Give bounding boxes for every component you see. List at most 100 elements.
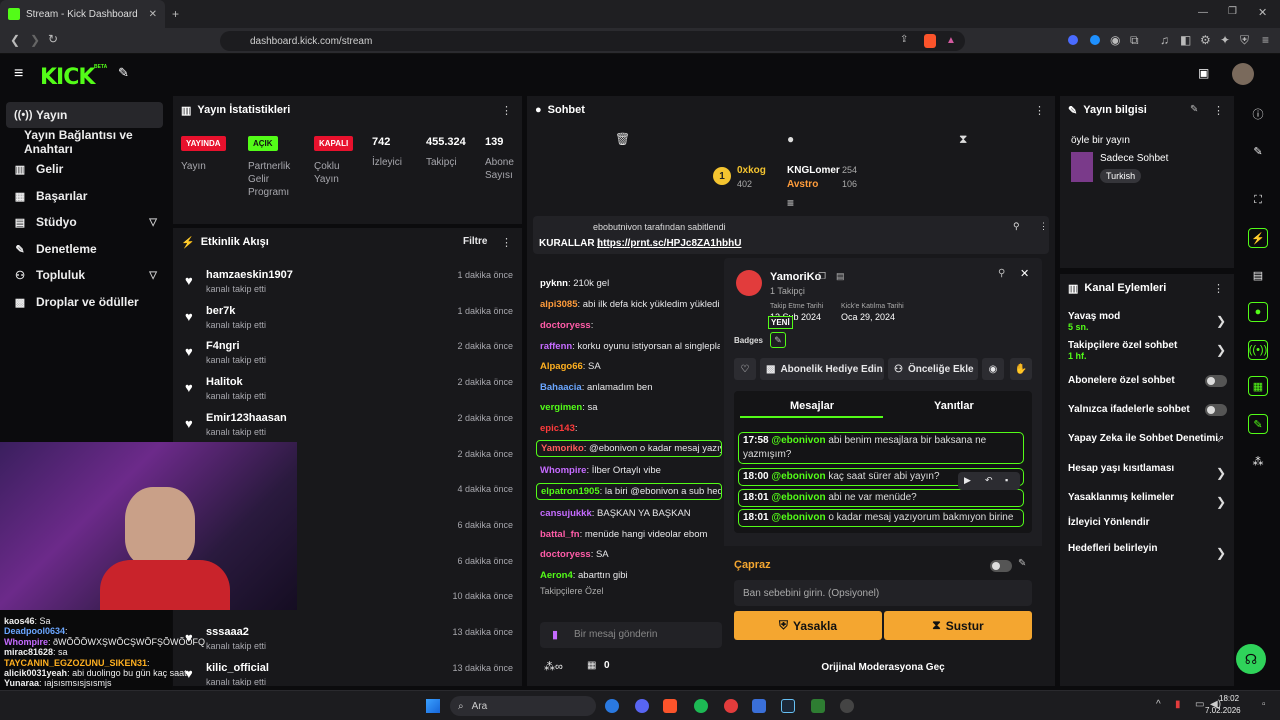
network-icon[interactable]: ▭: [1195, 699, 1204, 710]
sidebar-item-studyo[interactable]: ▤ Stüdyo ▽: [6, 209, 163, 235]
chat-message[interactable]: vergimen: sa: [540, 402, 720, 413]
restore-icon[interactable]: ❐: [1228, 6, 1237, 17]
chat-bubble-icon[interactable]: ●: [787, 132, 794, 146]
excel-icon[interactable]: [811, 699, 825, 713]
ban-button[interactable]: ⛨ Yasakla: [734, 611, 882, 640]
eye-button[interactable]: ◉: [982, 358, 1004, 380]
chat-username[interactable]: Bahaacia: [540, 382, 582, 393]
chat-username[interactable]: epic143: [540, 423, 575, 434]
undo-icon[interactable]: ↶: [985, 475, 993, 486]
chat-username[interactable]: doctoryess: [540, 549, 591, 560]
vpn-icon[interactable]: ⛨: [1240, 33, 1249, 48]
chat-message[interactable]: alpi3085: abi ilk defa kick yükledim yük…: [540, 299, 720, 310]
chat-username[interactable]: Yamoriko: [541, 443, 584, 454]
kick-logo[interactable]: KICK: [40, 65, 95, 90]
mic-icon[interactable]: ▮: [1175, 699, 1181, 710]
screenshot-icon[interactable]: ⧉: [1130, 33, 1139, 48]
setting-toggle[interactable]: [1205, 375, 1227, 387]
copy-icon[interactable]: ❐: [818, 271, 826, 282]
card-icon[interactable]: ▤: [836, 271, 845, 282]
user-message[interactable]: 18:01 @ebonivon abi ne var menüde?: [738, 489, 1024, 507]
extension-icon[interactable]: [1068, 35, 1078, 45]
original-mod-link[interactable]: Orijinal Moderasyona Geç: [724, 656, 1042, 678]
ai-icon[interactable]: ✦: [1220, 33, 1230, 47]
browser-tab[interactable]: Stream - Kick Dashboard ✕: [0, 0, 165, 28]
pin-icon[interactable]: ⚲: [1013, 221, 1020, 232]
trash-icon[interactable]: 🗑: [615, 132, 630, 146]
activity-item[interactable]: ♥ Emir123haasan kanalı takip etti 2 dakika …: [173, 408, 522, 443]
rewards-icon[interactable]: ▲: [946, 35, 956, 46]
tab-replies[interactable]: Yanıtlar: [934, 400, 974, 412]
channel-action-item[interactable]: İzleyici Yönlendir: [1068, 517, 1228, 528]
chevron-right-icon[interactable]: ❯: [1216, 495, 1226, 509]
chat-username[interactable]: battal_fn: [540, 529, 580, 540]
share-icon[interactable]: ⇪: [900, 34, 908, 45]
activity-item[interactable]: ♥ hamzaeskin1907 kanalı takip etti 1 dakika…: [173, 265, 522, 300]
chat-message[interactable]: Yamoriko: @ebonivon o kadar mesaj yazıyo…: [536, 440, 722, 457]
chat-message[interactable]: pyknn: 210k gel: [540, 278, 720, 289]
layout-icon[interactable]: ▦: [1248, 376, 1268, 396]
chevron-up-icon[interactable]: ^: [1156, 699, 1161, 710]
channel-action-item[interactable]: Takipçilere özel sohbet 1 hf.: [1068, 340, 1228, 361]
chevron-right-icon[interactable]: ❯: [1216, 466, 1226, 480]
app-icon[interactable]: [724, 699, 738, 713]
sidebar-item-basarilar[interactable]: ▦ Başarılar: [6, 183, 163, 209]
chat-message[interactable]: Aeron4: abarttın gibi: [540, 570, 720, 581]
cross-toggle[interactable]: [990, 560, 1012, 572]
menu-icon[interactable]: ≡: [1262, 33, 1269, 47]
broadcast-icon[interactable]: ((•)): [1248, 340, 1268, 360]
close-icon[interactable]: ✕: [149, 9, 157, 20]
sidebar-item-yayin[interactable]: ((•)) Yayın: [6, 102, 163, 128]
brave-shield-icon[interactable]: [924, 34, 936, 48]
chat-message[interactable]: cansujukkk: BAŞKAN YA BAŞKAN: [540, 508, 720, 519]
more-icon[interactable]: ⋮: [1213, 104, 1224, 117]
info-icon[interactable]: ⓘ: [1248, 104, 1268, 124]
reload-icon[interactable]: ↻: [48, 32, 58, 46]
filter-button[interactable]: Filtre: [463, 236, 487, 247]
mic-icon[interactable]: ▮: [552, 628, 558, 641]
setting-toggle[interactable]: [1205, 404, 1227, 416]
wrench-icon[interactable]: ✎: [1248, 414, 1268, 434]
chat-message[interactable]: battal_fn: menüde hangi videolar ebom: [540, 529, 720, 540]
discord-icon[interactable]: [635, 699, 649, 713]
sidebar-item-topluluk[interactable]: ⚇ Topluluk ▽: [6, 262, 163, 288]
chevron-down-icon[interactable]: ≡: [787, 196, 794, 210]
user-message[interactable]: 18:01 @ebonivon o kadar mesaj yazıyorum …: [738, 509, 1024, 527]
tab-messages[interactable]: Mesajlar: [790, 400, 834, 412]
activity-item[interactable]: ♥ sssaaa2 kanalı takip etti 13 dakika önce: [173, 622, 522, 657]
activity-item[interactable]: ♥ ber7k kanalı takip etti 1 dakika önce: [173, 301, 522, 336]
sidebar-item-droplar[interactable]: ▩ Droplar ve ödüller: [6, 289, 163, 315]
app-icon[interactable]: [752, 699, 766, 713]
delete-icon[interactable]: ▪: [1005, 475, 1008, 485]
support-headset-icon[interactable]: ☊: [1236, 644, 1266, 674]
obs-icon[interactable]: [840, 699, 854, 713]
more-icon[interactable]: ⋮: [1039, 221, 1048, 232]
gift-sub-button[interactable]: ▩ Abonelik Hediye Edin: [760, 358, 884, 380]
sidebar-item-stream-key[interactable]: Yayın Bağlantısı ve Anahtarı: [6, 128, 163, 156]
activity-item[interactable]: ♥ kilic_official kanalı takip etti 13 dakik…: [173, 658, 522, 686]
chat-message[interactable]: elpatron1905: la biri @ebonivon a sub he…: [536, 483, 722, 500]
minimize-icon[interactable]: —: [1198, 7, 1208, 18]
chat-username[interactable]: raffenn: [540, 341, 572, 352]
activity-item[interactable]: ♥ F4ngri kanalı takip etti 2 dakika önce: [173, 336, 522, 371]
new-tab-icon[interactable]: +: [172, 7, 179, 21]
music-icon[interactable]: ♫: [1160, 33, 1169, 47]
chat-message[interactable]: Whompire: İlber Ortaylı vibe: [540, 465, 720, 476]
gifter-name[interactable]: KNGLomer: [787, 165, 840, 176]
gifter-name[interactable]: Avstro: [787, 179, 818, 190]
chat-username[interactable]: vergimen: [540, 402, 582, 413]
channel-action-item[interactable]: Hesap yaşı kısıtlaması: [1068, 463, 1228, 474]
crop-icon[interactable]: ⛶: [1248, 190, 1268, 210]
channel-action-item[interactable]: Yasaklanmış kelimeler: [1068, 492, 1228, 503]
hamburger-menu-icon[interactable]: ≡: [14, 65, 23, 83]
action-button[interactable]: ✋: [1010, 358, 1032, 380]
channel-action-item[interactable]: Yavaş mod 5 sn.: [1068, 311, 1228, 332]
pinned-link[interactable]: https://prnt.sc/HPJc8ZA1hbhU: [597, 238, 741, 249]
priority-button[interactable]: ⚇ Önceliğe Ekle: [888, 358, 978, 380]
chat-username[interactable]: cansujukkk: [540, 508, 592, 519]
sidebar-item-denetleme[interactable]: ✎ Denetleme: [6, 236, 163, 262]
address-bar[interactable]: dashboard.kick.com/stream: [220, 31, 965, 51]
back-icon[interactable]: ❮: [10, 33, 20, 47]
hourglass-icon[interactable]: ⧗: [959, 132, 967, 147]
channel-action-item[interactable]: Yapay Zeka ile Sohbet Denetimi: [1068, 433, 1228, 444]
